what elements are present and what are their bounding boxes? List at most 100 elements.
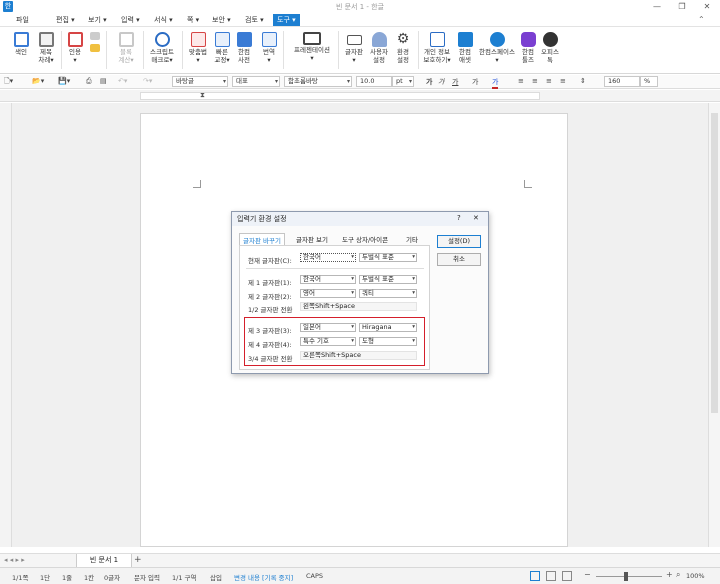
toc-button[interactable]: 제목 차례▾ [33,32,59,64]
undo-icon[interactable]: ↶▾ [118,77,127,85]
status-track-changes[interactable]: 변경 내용 [기록 중지] [234,572,293,582]
keyboard4-layout-select[interactable]: 도형 ▾ [359,337,417,346]
keyboard1-lang-select[interactable]: 한국어 ▾ [300,275,356,284]
quick-correct-button[interactable]: 빠른 교정▾ [211,32,233,64]
language-select[interactable]: 대표 ▾ [232,76,280,87]
underline-button[interactable]: 가 [452,77,458,87]
keyboard-button[interactable]: 글자판 ▾ [342,32,366,64]
tab-toolbox-icon[interactable]: 도구 상자/아이콘 [342,234,388,244]
view-normal-icon[interactable] [530,571,540,581]
keyboard3-lang-select[interactable]: 일본어 ▾ [300,323,356,332]
menu-page[interactable]: 쪽 ▾ [183,14,203,26]
font-select[interactable]: 함초롬바탕 ▾ [284,76,352,87]
status-insert[interactable]: 삽입 [210,572,222,582]
block-calc-button[interactable]: 블록 계산▾ [110,32,142,64]
view-layout-icon[interactable] [546,571,556,581]
divider [246,268,424,269]
font-unit-select[interactable]: pt ▾ [392,76,414,87]
office-talk-button[interactable]: 오피스 톡 [539,32,561,64]
zoom-input[interactable]: 160 [604,76,640,87]
align-center-icon[interactable]: ≡ [532,77,538,85]
dialog-close-button[interactable]: ✕ [473,214,479,222]
menu-insert[interactable]: 입력 ▾ [117,14,144,26]
vertical-scrollbar[interactable] [708,103,720,547]
presentation-button[interactable]: 프레젠테이션 ▾ [289,32,335,62]
zoom-unit-select[interactable]: % [640,76,658,87]
hancom-asset-button[interactable]: 한컴 애셋 [455,32,475,64]
tab-scroll-icons[interactable]: ◂ ◂ ▸ ▸ [4,556,25,564]
hancom-tools-button[interactable]: 한컴 툴즈 [518,32,538,64]
zoom-out-icon[interactable]: − [584,570,591,579]
keyboard1-layout-select[interactable]: 두벌식 표준 ▾ [359,275,417,284]
preview-icon[interactable]: ▤ [100,77,107,85]
help-button[interactable]: ? [457,214,461,222]
print-icon[interactable]: ⎙ [86,77,92,86]
align-justify-icon[interactable]: ≡ [560,77,566,85]
style-select[interactable]: 바탕글 ▾ [172,76,228,87]
keyboard4-layout-value: 도형 [362,337,374,345]
menu-edit[interactable]: 편집 ▾ [52,14,79,26]
align-left-icon[interactable]: ≡ [518,77,524,85]
switch34-value: 오른쪽Shift+Space [303,351,361,359]
user-settings-button[interactable]: 사용자 설정 [367,32,391,64]
italic-button[interactable]: 가 [438,77,444,87]
line-spacing-icon[interactable]: ⇕ [580,77,586,85]
switch34-input[interactable]: 오른쪽Shift+Space [300,351,417,360]
menu-file[interactable]: 파일 [12,14,33,26]
keyboard4-lang-select[interactable]: 특수 기호 ▾ [300,337,356,346]
zoom-slider[interactable] [596,576,662,577]
open-icon[interactable]: 📂▾ [32,77,44,85]
magnifier-icon[interactable]: ⌕ [676,570,680,580]
align-right-icon[interactable]: ≡ [546,77,552,85]
tab-etc[interactable]: 기타 [406,234,418,244]
bold-button[interactable]: 가 [426,77,432,87]
spellcheck-button[interactable]: 맞춤법 ▾ [185,32,211,64]
current-lang-select[interactable]: 한국어 ▾ [300,253,356,262]
cancel-button[interactable]: 취소 [437,253,481,266]
translate-button[interactable]: 번역 ▾ [258,32,280,64]
minimize-icon[interactable]: — [650,1,664,12]
input-settings-dialog: 입력기 환경 설정 ? ✕ 글자판 바꾸기 글자판 보기 도구 상자/아이콘 기… [231,211,489,374]
new-doc-icon[interactable]: 🗋▾ [4,77,13,88]
font-color-button[interactable]: 가 [492,77,499,89]
environment-settings-button[interactable]: ⚙ 환경 설정 [392,32,414,65]
keyboard1-label: 제 1 글자판(1): [248,279,292,287]
keyboard2-lang-select[interactable]: 영어 ▾ [300,289,356,298]
indent-marker-icon[interactable]: ⧗ [200,91,205,100]
spellcheck-icon [190,32,206,47]
menu-review[interactable]: 검토 ▾ [241,14,268,26]
zoom-slider-thumb[interactable] [624,572,628,581]
dictionary-button[interactable]: 한컴 사전 [233,32,255,64]
scroll-thumb[interactable] [711,113,718,413]
font-size-input[interactable]: 10.0 [356,76,392,87]
redo-icon[interactable]: ↷▾ [143,77,152,85]
tab-document[interactable]: 빈 문서 1 [76,554,132,568]
keyboard3-layout-select[interactable]: Hiragana ▾ [359,323,417,332]
bookmark-small-buttons[interactable] [88,32,102,53]
zoom-in-icon[interactable]: + [666,570,673,579]
quote-button[interactable]: 인용 ▾ [64,32,86,64]
menu-format[interactable]: 서식 ▾ [150,14,177,26]
font-unit-value: pt [396,77,403,85]
close-icon[interactable]: ✕ [700,1,714,12]
keyboard2-layout-select[interactable]: 쿼티 ▾ [359,289,417,298]
strike-button[interactable]: 가 [472,77,478,87]
save-icon[interactable]: 💾▾ [58,77,70,85]
maximize-icon[interactable]: ❐ [675,1,689,12]
tab-change-keyboard[interactable]: 글자판 바꾸기 [239,233,285,245]
privacy-button[interactable]: 개인 정보 보호하기▾ [421,32,453,64]
keyboard2-layout-value: 쿼티 [362,289,374,297]
index-button[interactable]: 색인 [10,32,32,56]
ok-button[interactable]: 설정(D) [437,235,481,248]
menu-security[interactable]: 보안 ▾ [208,14,235,26]
menu-tools[interactable]: 도구 ▾ [273,14,300,26]
tab-view-keyboard[interactable]: 글자판 보기 [296,234,328,244]
switch12-input[interactable]: 왼쪽Shift+Space [300,302,417,311]
ribbon-collapse-icon[interactable]: ⌃ [698,15,705,24]
current-layout-select[interactable]: 두벌식 표준 ▾ [359,253,417,262]
script-button[interactable]: 스크립트 매크로▾ [145,32,179,64]
menu-view[interactable]: 보기 ▾ [84,14,111,26]
view-web-icon[interactable] [562,571,572,581]
add-tab-button[interactable]: + [134,555,142,565]
hancom-space-button[interactable]: 한컴스페이스 ▾ [477,32,517,64]
